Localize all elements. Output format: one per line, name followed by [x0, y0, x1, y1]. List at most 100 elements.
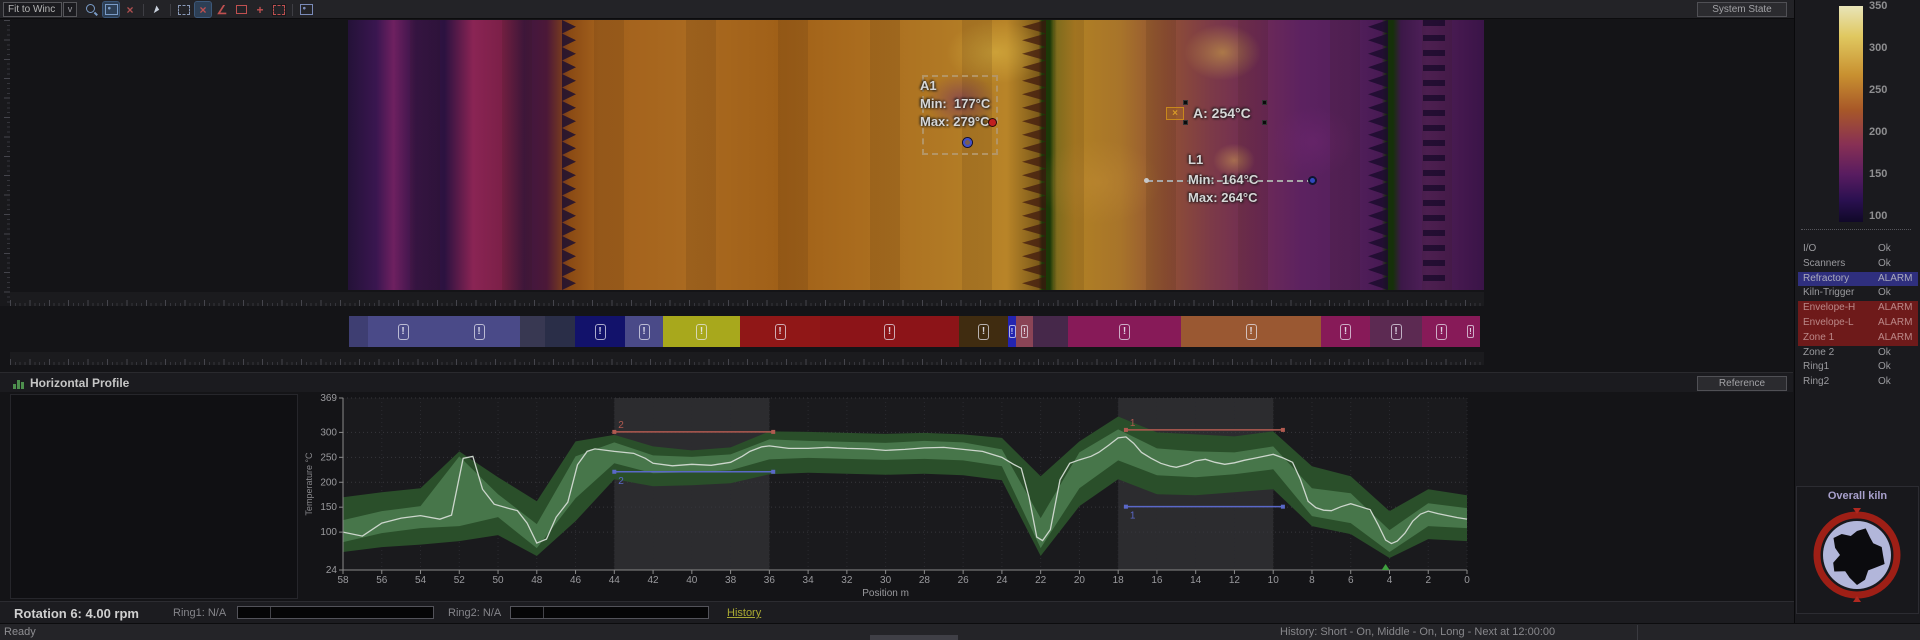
l1-label: L1 — [1188, 152, 1203, 167]
zone-segment[interactable]: ! — [663, 316, 740, 347]
alarm-icon: ! — [884, 324, 895, 340]
horizontal-profile-chart[interactable]: 2211369300250200150100245856545250484644… — [300, 394, 1480, 600]
svg-text:38: 38 — [725, 575, 737, 586]
svg-text:10: 10 — [1268, 575, 1280, 586]
area-measure-icon[interactable] — [233, 2, 249, 17]
svg-text:56: 56 — [376, 575, 388, 586]
zone-segment[interactable] — [349, 316, 368, 347]
horizontal-ruler-bottom — [10, 352, 1484, 365]
svg-text:250: 250 — [320, 452, 337, 463]
fit-select-caret-button[interactable]: v — [63, 2, 77, 17]
status-value: ALARM — [1878, 331, 1912, 345]
cursor-icon[interactable] — [149, 2, 165, 17]
svg-text:4: 4 — [1387, 575, 1393, 586]
svg-text:18: 18 — [1113, 575, 1125, 586]
zone-segment[interactable]: ! — [1008, 316, 1016, 347]
l1-start-marker[interactable] — [1144, 178, 1149, 183]
status-row[interactable]: Scanners Ok — [1798, 257, 1918, 272]
alarm-icon: ! — [1340, 324, 1351, 340]
selection-handle[interactable] — [1262, 100, 1267, 105]
history-link[interactable]: History — [727, 607, 761, 619]
region-select-icon[interactable] — [176, 2, 192, 17]
a-temp-label[interactable]: A: 254°C — [1193, 105, 1251, 121]
kiln-monitor-app: Fit to Winc v ××∠+ System State A1 Min: … — [0, 0, 1920, 640]
zoom-icon[interactable] — [84, 2, 100, 17]
colorbar-tick: 150 — [1869, 168, 1909, 180]
statusbar-thumb[interactable] — [870, 635, 958, 640]
l1-end-marker[interactable] — [1308, 176, 1317, 185]
zone-segment[interactable] — [545, 316, 575, 347]
zone-segment[interactable]: ! — [959, 316, 1008, 347]
history-info: History: Short - On, Middle - On, Long -… — [1280, 626, 1555, 638]
zone-segment[interactable]: ! — [1422, 316, 1461, 347]
selection-handle[interactable] — [1262, 120, 1267, 125]
alarm-icon: ! — [775, 324, 786, 340]
selection-handle[interactable] — [1183, 100, 1188, 105]
thermal-image[interactable]: A1 Min: 177°C Max: 279°C × A: 254°C L1 M… — [348, 20, 1484, 290]
status-row[interactable]: Envelope-HALARM — [1798, 301, 1918, 316]
system-state-button[interactable]: System State — [1697, 2, 1787, 17]
status-row[interactable]: Zone 1 ALARM — [1798, 331, 1918, 346]
colorbar-tick: 100 — [1869, 210, 1909, 222]
move-measure-icon[interactable] — [271, 2, 287, 17]
status-row[interactable]: Kiln-TriggerOk — [1798, 286, 1918, 301]
zone-segment[interactable]: ! — [625, 316, 663, 347]
svg-text:32: 32 — [841, 575, 853, 586]
alarm-icon: ! — [1119, 324, 1130, 340]
kiln-teeth-left — [562, 20, 578, 290]
zone-segment[interactable]: ! — [438, 316, 520, 347]
zone-segment[interactable]: ! — [1370, 316, 1422, 347]
a1-label: A1 — [920, 78, 937, 93]
alarm-icon: ! — [696, 324, 707, 340]
rotation-bar: Rotation 6: 4.00 rpm Ring1: N/A Ring2: N… — [0, 601, 1794, 623]
status-value: Ok — [1878, 346, 1891, 360]
delete-measure-icon[interactable]: × — [195, 2, 211, 17]
palette-icon[interactable] — [298, 2, 314, 17]
overall-kiln-panel: Overall kiln — [1796, 486, 1919, 614]
svg-text:100: 100 — [320, 527, 337, 538]
status-row[interactable]: Envelope-LALARM — [1798, 316, 1918, 331]
svg-text:36: 36 — [764, 575, 776, 586]
zone-segment[interactable]: ! — [1068, 316, 1181, 347]
zone-strip: !!!!!!!!!!!!!!!! — [349, 316, 1480, 347]
zone-segment[interactable]: ! — [1321, 316, 1370, 347]
zone-segment[interactable]: ! — [1181, 316, 1321, 347]
zone-segment[interactable]: ! — [1461, 316, 1480, 347]
status-row[interactable]: Ring2Ok — [1798, 375, 1918, 390]
selection-handle[interactable] — [1183, 120, 1188, 125]
zone-segment[interactable]: ! — [1016, 316, 1033, 347]
status-value: Ok — [1878, 375, 1891, 389]
status-row[interactable]: Ring1Ok — [1798, 360, 1918, 375]
zone-segment[interactable] — [520, 316, 545, 347]
colorbar-tick: 200 — [1869, 126, 1909, 138]
reference-button[interactable]: Reference — [1697, 376, 1787, 391]
zone-segment[interactable] — [1033, 316, 1068, 347]
zone-segment[interactable]: ! — [368, 316, 438, 347]
point-measure-icon[interactable]: + — [252, 2, 268, 17]
angle-measure-icon[interactable]: ∠ — [214, 2, 230, 17]
zone-segment[interactable]: ! — [575, 316, 625, 347]
kiln-gauge[interactable] — [1797, 502, 1918, 608]
ring2-label: Ring2: N/A — [448, 607, 501, 619]
status-row[interactable]: Zone 2Ok — [1798, 346, 1918, 361]
image-view-icon[interactable] — [103, 2, 119, 17]
alarm-icon: ! — [1467, 325, 1474, 338]
status-value: Ok — [1878, 257, 1891, 271]
colorbar-tick: 350 — [1869, 0, 1909, 12]
zone-segment[interactable]: ! — [820, 316, 959, 347]
status-name: Zone 1 — [1803, 332, 1834, 343]
thermal-texture — [348, 20, 1484, 290]
svg-text:2: 2 — [1425, 575, 1431, 586]
status-row[interactable]: RefractoryALARM — [1798, 272, 1918, 287]
a1-max-value: Max: 279°C — [920, 114, 990, 129]
svg-text:24: 24 — [326, 565, 338, 576]
right-sidebar: 350300250200150100 I/OOkScannersOkRefrac… — [1794, 0, 1920, 640]
status-row[interactable]: I/OOk — [1798, 242, 1918, 257]
svg-text:24: 24 — [996, 575, 1008, 586]
remove-image-icon[interactable]: × — [122, 2, 138, 17]
alarm-icon: ! — [1009, 325, 1016, 338]
zone-segment[interactable]: ! — [740, 316, 820, 347]
status-name: Scanners — [1803, 258, 1845, 269]
svg-text:6: 6 — [1348, 575, 1354, 586]
fit-to-window-select[interactable]: Fit to Winc — [3, 2, 62, 17]
